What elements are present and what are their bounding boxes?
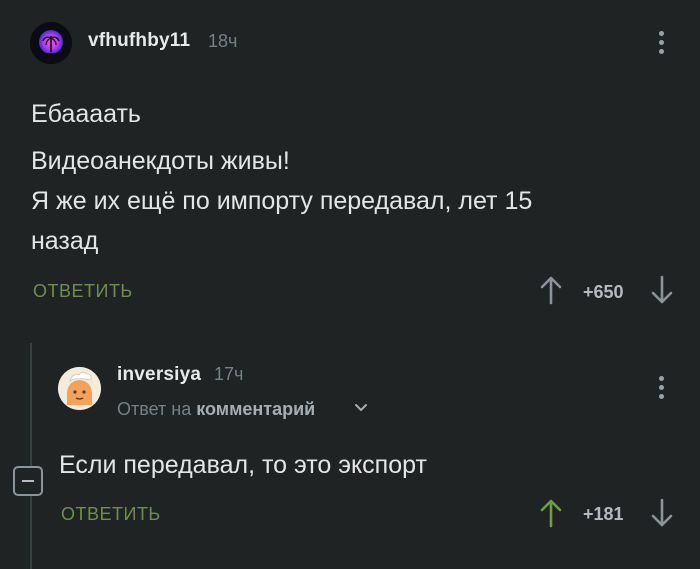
avatar-image [58,367,101,410]
thread-line[interactable] [30,343,32,569]
reply-button[interactable]: ОТВЕТИТЬ [61,504,161,525]
rating-value: +181 [583,504,624,524]
more-options-icon[interactable] [659,376,665,403]
reply-to-link[interactable]: Ответ на комментарий [117,399,315,420]
reply-time: 17ч [214,364,244,384]
avatar-image [30,22,72,64]
rating-value: +650 [583,282,624,302]
reply-button[interactable]: ОТВЕТИТЬ [33,281,133,302]
downvote-arrow-icon[interactable] [650,498,674,528]
chevron-down-icon[interactable] [354,403,368,413]
comment-line: назад [31,227,99,255]
avatar[interactable] [58,367,101,410]
comment-line: Видеоанекдоты живы! [31,147,290,175]
comment-time: 18ч [208,31,238,51]
downvote-arrow-icon[interactable] [650,275,674,305]
minus-icon [22,480,34,482]
comment-line: Ебаааать [31,100,141,128]
reply-to-target[interactable]: комментарий [196,399,315,419]
comment-username[interactable]: vfhufhby11 [88,30,190,52]
reply-text: Если передавал, то это экспорт [59,451,427,479]
upvote-arrow-icon[interactable] [539,275,563,305]
collapse-thread-button[interactable] [13,466,43,496]
reply-username[interactable]: inversiya [117,364,201,386]
more-options-icon[interactable] [659,31,665,58]
reply-to-prefix: Ответ на [117,399,192,419]
upvote-arrow-icon[interactable] [539,498,563,528]
avatar[interactable] [30,22,72,64]
comment-line: Я же их ещё по импорту передавал, лет 15 [31,187,533,215]
